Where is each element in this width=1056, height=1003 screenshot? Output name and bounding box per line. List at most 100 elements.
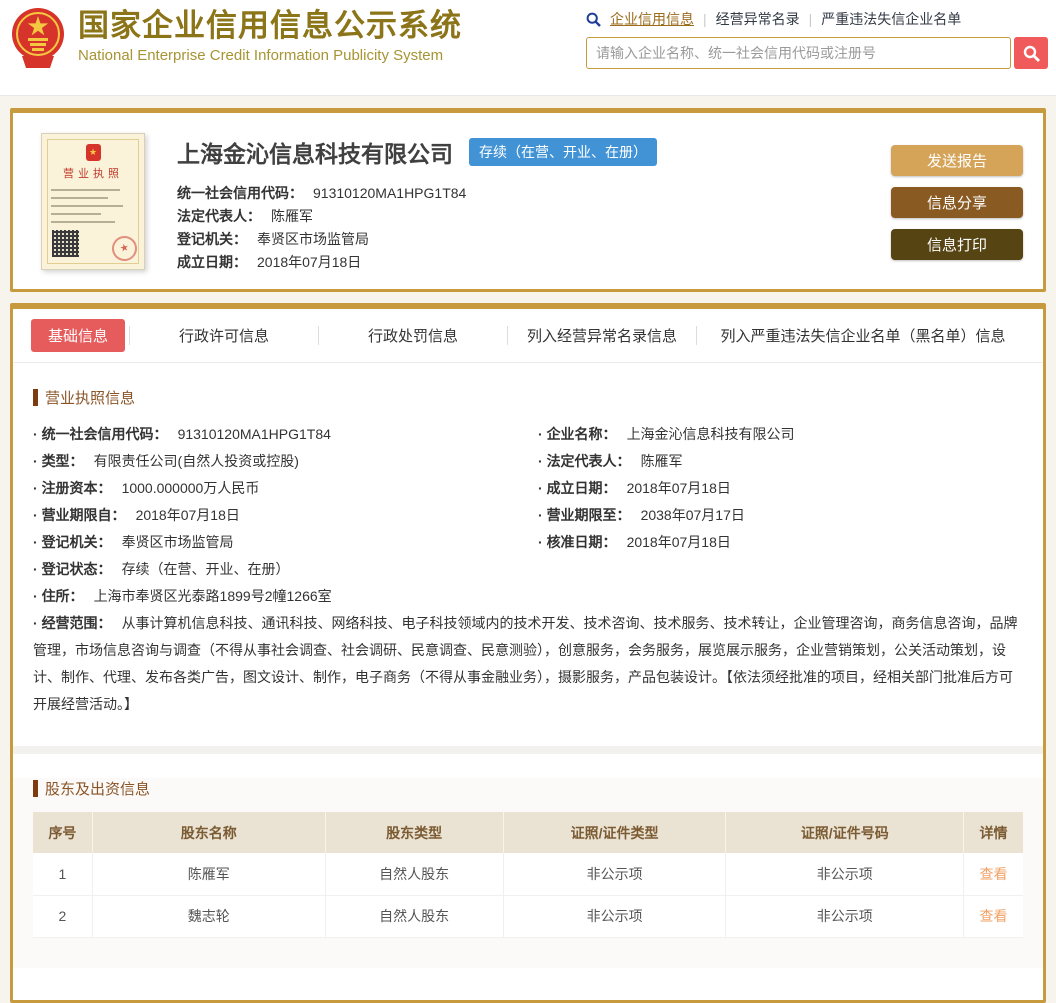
field-label: 成立日期： [177,254,247,270]
license-text-line [51,197,109,199]
field-registration-status: 登记状态： 存续（在营、开业、在册） [33,556,1023,583]
site-subtitle: National Enterprise Credit Information P… [78,47,444,64]
tab-abnormal-operations-list[interactable]: 列入经营异常名录信息 [512,325,692,346]
cell-certificate-number: 非公示项 [725,853,965,896]
share-info-button[interactable]: 信息分享 [891,187,1023,218]
tab-basic-info[interactable]: 基础信息 [31,319,126,352]
nav-link-abnormal-operations[interactable]: 经营异常名录 [716,9,800,29]
detail-card: 基础信息 行政许可信息 行政处罚信息 列入经营异常名录信息 列入严重违法失信企业… [10,303,1046,1003]
col-header-detail: 详情 [963,812,1023,853]
search-button-icon [1023,45,1040,62]
tab-divider [318,326,320,345]
site-header: 国家企业信用信息公示系统 National Enterprise Credit … [0,0,1056,96]
cell-shareholder-type: 自然人股东 [324,895,504,938]
field-label: 营业期限至： [546,507,631,523]
company-info: 上海金沁信息科技有限公司 存续（在营、开业、在册） 统一社会信用代码： 91310… [177,133,891,289]
license-fields-grid: 统一社会信用代码： 91310120MA1HPG1T84 企业名称： 上海金沁信息科… [33,421,1023,732]
field-approval-date: 核准日期： 2018年07月18日 [538,529,1023,556]
company-name: 上海金沁信息科技有限公司 [177,141,453,167]
cell-index: 1 [33,853,93,896]
cell-shareholder-name: 陈雁军 [91,853,326,896]
field-label: 企业名称： [546,426,617,442]
tab-bar: 基础信息 行政许可信息 行政处罚信息 列入经营异常名录信息 列入严重违法失信企业… [13,309,1043,363]
col-header-certificate-number: 证照/证件号码 [725,812,964,853]
section-title-bar [33,780,38,797]
view-detail-link[interactable]: 查看 [980,866,1008,882]
business-license-section: 营业执照信息 统一社会信用代码： 91310120MA1HPG1T84 企业名称：… [13,387,1043,732]
search-input[interactable] [586,37,1011,69]
field-value: 上海市奉贤区光泰路1899号2幢1266室 [93,588,332,604]
field-label: 注册资本： [41,480,112,496]
business-license-thumbnail[interactable]: ★ 营业执照 ★ [41,133,145,270]
license-emblem-icon: ★ [85,144,101,161]
field-value: 上海金沁信息科技有限公司 [626,426,795,442]
nav-separator: | [703,11,707,27]
field-registration-authority: 登记机关： 奉贤区市场监管局 [33,529,518,556]
field-value: 奉贤区市场监管局 [121,534,234,550]
search-icon [586,12,601,27]
tab-administrative-license[interactable]: 行政许可信息 [134,325,314,346]
cell-certificate-type: 非公示项 [502,853,727,896]
field-enterprise-name: 企业名称： 上海金沁信息科技有限公司 [538,421,1023,448]
company-summary-card: ★ 营业执照 ★ 上海金沁信息科技有限公司 存续（在营、开业、在册） 统一社会信… [10,108,1046,292]
col-header-shareholder-name: 股东名称 [91,812,326,853]
field-business-scope: 经营范围：从事计算机信息科技、通讯科技、网络科技、电子科技领域内的技术开发、技术… [33,610,1023,718]
field-value: 陈雁军 [640,453,683,469]
license-red-seal: ★ [109,233,140,264]
view-detail-link[interactable]: 查看 [980,908,1008,924]
field-establish-date: 成立日期： 2018年07月18日 [538,475,1023,502]
field-label: 住所： [41,588,84,604]
tab-administrative-penalty[interactable]: 行政处罚信息 [323,325,503,346]
col-header-shareholder-type: 股东类型 [324,812,504,853]
license-text-line [51,213,102,215]
field-label: 登记机关： [177,231,247,247]
field-label: 登记机关： [41,534,112,550]
cell-shareholder-name: 魏志轮 [91,895,326,938]
field-value: 存续（在营、开业、在册） [121,561,290,577]
section-divider [13,746,1043,754]
field-value: 从事计算机信息科技、通讯科技、网络科技、电子科技领域内的技术开发、技术咨询、技术… [33,615,1018,712]
summary-field-registration-authority: 登记机关： 奉贤区市场监管局 [177,228,891,251]
field-address: 住所： 上海市奉贤区光泰路1899号2幢1266室 [33,583,1023,610]
shareholders-section: 股东及出资信息 序号 股东名称 股东类型 证照/证件类型 证照/证件号码 详情 [13,778,1043,968]
field-value: 有限责任公司(自然人投资或控股) [93,453,299,469]
license-text-line [51,221,115,223]
field-type: 类型： 有限责任公司(自然人投资或控股) [33,448,518,475]
search-bar [586,37,1048,69]
col-header-index: 序号 [33,812,93,853]
col-header-certificate-type: 证照/证件类型 [502,812,726,853]
nav-link-serious-violations[interactable]: 严重违法失信企业名单 [821,9,961,29]
summary-field-credit-code: 统一社会信用代码： 91310120MA1HPG1T84 [177,182,891,205]
field-credit-code: 统一社会信用代码： 91310120MA1HPG1T84 [33,421,518,448]
status-badge: 存续（在营、开业、在册） [469,138,657,166]
section-title-shareholders: 股东及出资信息 [33,778,1023,799]
table-header-row: 序号 股东名称 股东类型 证照/证件类型 证照/证件号码 详情 [33,812,1023,853]
send-report-button[interactable]: 发送报告 [891,145,1023,176]
print-info-button[interactable]: 信息打印 [891,229,1023,260]
field-label: 统一社会信用代码： [41,426,168,442]
section-title-bar [33,389,38,406]
nav-link-enterprise-credit[interactable]: 企业信用信息 [610,9,694,29]
search-button[interactable] [1014,37,1048,69]
site-title-block: 国家企业信用信息公示系统 National Enterprise Credit … [78,8,462,64]
table-row: 1 陈雁军 自然人股东 非公示项 非公示项 查看 [33,853,1023,896]
field-registered-capital: 注册资本： 1000.000000万人民币 [33,475,518,502]
header-right: 企业信用信息 | 经营异常名录 | 严重违法失信企业名单 [586,6,1048,69]
field-legal-rep: 法定代表人： 陈雁军 [538,448,1023,475]
cell-shareholder-type: 自然人股东 [324,853,504,896]
section-title-license: 营业执照信息 [33,387,1023,408]
summary-field-establish-date: 成立日期： 2018年07月18日 [177,251,891,274]
field-value: 陈雁军 [271,208,313,224]
license-text-line [51,205,124,207]
tab-divider [129,326,131,345]
license-thumb-title: 营业执照 [63,168,123,180]
action-buttons: 发送报告 信息分享 信息打印 [891,145,1023,289]
nav-separator: | [808,11,813,27]
cell-index: 2 [33,895,93,938]
cell-certificate-type: 非公示项 [502,895,727,938]
license-text-line [51,189,120,191]
tab-blacklist[interactable]: 列入严重违法失信企业名单（黑名单）信息 [701,325,1025,346]
field-label: 登记状态： [41,561,112,577]
top-nav: 企业信用信息 | 经营异常名录 | 严重违法失信企业名单 [586,8,1048,30]
field-label: 营业期限自： [41,507,126,523]
